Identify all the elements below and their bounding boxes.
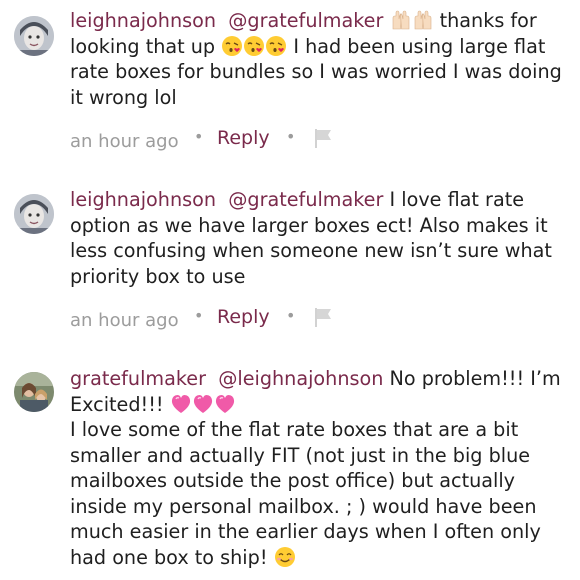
kissing-heart-emoji — [265, 35, 287, 57]
comment-mention[interactable]: @gratefulmaker — [228, 9, 383, 32]
comment-text: leighnajohnson @gratefulmaker I love fla… — [70, 187, 574, 289]
comment-text: gratefulmaker @leighnajohnson No problem… — [70, 366, 574, 570]
separator-dot: • — [194, 306, 204, 325]
flag-icon[interactable] — [314, 306, 334, 328]
comment-username[interactable]: gratefulmaker — [70, 367, 206, 390]
reply-button[interactable]: Reply — [217, 127, 270, 149]
comment-mention[interactable]: @leighnajohnson — [218, 367, 383, 390]
avatar[interactable] — [14, 194, 54, 234]
heart-emoji — [170, 393, 192, 415]
avatar[interactable] — [14, 16, 54, 56]
comment-text: leighnajohnson @gratefulmaker thanks for… — [70, 8, 574, 110]
kissing-heart-emoji — [221, 35, 243, 57]
raised-hands-emoji — [412, 9, 434, 31]
heart-emoji — [214, 393, 236, 415]
comment-timestamp: an hour ago — [70, 310, 179, 331]
comment-timestamp: an hour ago — [70, 131, 179, 152]
separator-dot: • — [194, 127, 204, 146]
avatar[interactable] — [14, 372, 54, 412]
comment-body-continued: I love some of the flat rate boxes that … — [70, 418, 541, 569]
comment-username[interactable]: leighnajohnson — [70, 9, 216, 32]
separator-dot: • — [286, 127, 296, 146]
kissing-heart-emoji — [243, 35, 265, 57]
comment-username[interactable]: leighnajohnson — [70, 188, 216, 211]
reply-button[interactable]: Reply — [217, 306, 270, 328]
heart-emoji — [192, 393, 214, 415]
raised-hands-emoji — [390, 9, 412, 31]
flag-icon[interactable] — [314, 127, 334, 149]
separator-dot: • — [286, 306, 296, 325]
smiling-emoji — [274, 546, 296, 568]
comment-mention[interactable]: @gratefulmaker — [228, 188, 383, 211]
